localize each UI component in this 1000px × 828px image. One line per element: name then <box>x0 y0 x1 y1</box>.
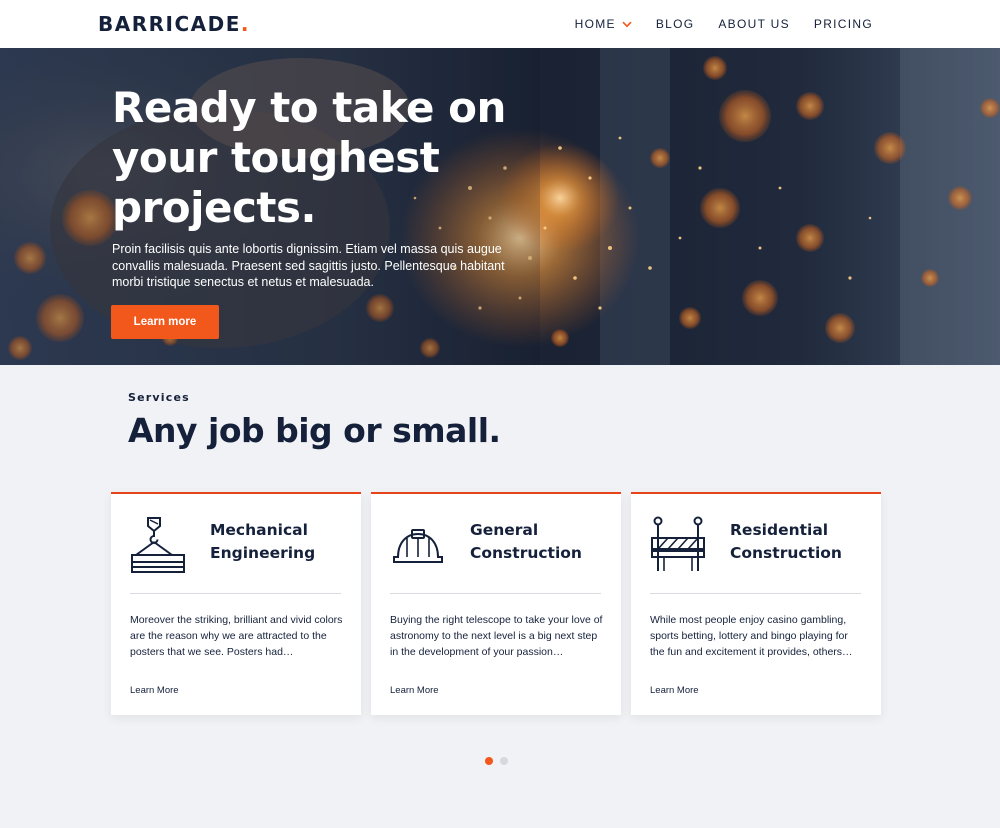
hero-title-line: your toughest <box>112 133 440 182</box>
brand-logo[interactable]: BARRICADE. <box>98 12 250 36</box>
card-title: Mechanical Engineering <box>210 519 350 565</box>
hero-title-line: Ready to take on <box>112 83 506 132</box>
main-nav: HOME BLOG ABOUT US PRICING <box>575 0 873 48</box>
card-title-line: Construction <box>470 544 582 562</box>
card-title-line: General <box>470 521 539 539</box>
nav-item-pricing[interactable]: PRICING <box>814 17 873 31</box>
carousel-dot-active[interactable] <box>485 757 493 765</box>
site-header: BARRICADE. HOME BLOG ABOUT US PRICING <box>0 0 1000 48</box>
hero-title-line: projects. <box>112 183 316 232</box>
learn-more-button[interactable]: Learn more <box>111 305 219 339</box>
card-title: Residential Construction <box>730 519 870 565</box>
card-title: General Construction <box>470 519 610 565</box>
hero-title: Ready to take on your toughest projects. <box>112 83 532 233</box>
hard-hat-icon <box>393 529 443 563</box>
service-card-general-construction: General Construction Buying the right te… <box>371 492 621 715</box>
card-title-line: Residential <box>730 521 829 539</box>
card-title-line: Construction <box>730 544 842 562</box>
card-learn-more-link[interactable]: Learn More <box>130 685 179 696</box>
nav-item-blog[interactable]: BLOG <box>656 17 695 31</box>
card-title-line: Mechanical <box>210 521 308 539</box>
hero-description: Proin facilisis quis ante lobortis digni… <box>112 242 505 289</box>
carousel-dot[interactable] <box>500 757 508 765</box>
brand-name: BARRICADE <box>98 12 241 36</box>
nav-item-home-label: HOME <box>574 17 616 31</box>
nav-item-about-us[interactable]: ABOUT US <box>718 17 790 31</box>
card-description: Buying the right telescope to take your … <box>390 614 603 658</box>
service-card-residential-construction: Residential Construction While most peop… <box>631 492 881 715</box>
card-learn-more-link[interactable]: Learn More <box>650 685 699 696</box>
chevron-down-icon <box>622 21 632 28</box>
card-divider <box>390 593 601 594</box>
nav-item-home[interactable]: HOME <box>575 17 632 31</box>
services-title: Any job big or small. <box>128 411 501 450</box>
barrier-icon <box>651 516 705 571</box>
crane-hook-icon <box>131 517 185 573</box>
card-title-line: Engineering <box>210 544 316 562</box>
service-card-mechanical-engineering: Mechanical Engineering Moreover the stri… <box>111 492 361 715</box>
card-learn-more-link[interactable]: Learn More <box>390 685 439 696</box>
card-description: While most people enjoy casino gambling,… <box>650 614 853 658</box>
hero-section: Ready to take on your toughest projects.… <box>0 48 1000 365</box>
brand-dot: . <box>240 12 250 36</box>
card-description: Moreover the striking, brilliant and viv… <box>130 614 343 658</box>
card-divider <box>650 593 861 594</box>
card-divider <box>130 593 341 594</box>
services-label: Services <box>128 391 190 404</box>
carousel-pagination <box>485 757 508 765</box>
